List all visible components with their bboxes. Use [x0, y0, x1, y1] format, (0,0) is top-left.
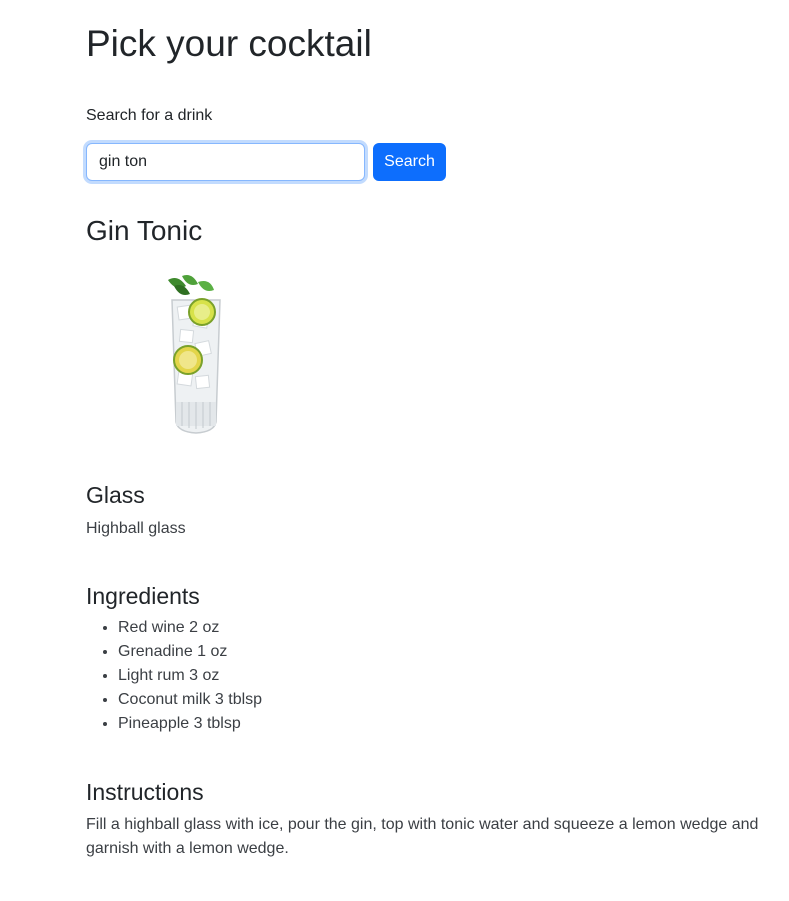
glass-value: Highball glass: [86, 520, 186, 537]
ingredients-heading: Ingredients: [86, 583, 200, 609]
drink-name: Gin Tonic: [86, 215, 203, 246]
drink-image: [168, 275, 221, 434]
instructions-text: Fill a highball glass with ice, pour the…: [86, 816, 759, 857]
ingredient-item: Red wine 2 oz: [118, 616, 262, 640]
search-button[interactable]: Search: [373, 143, 446, 181]
search-label: Search for a drink: [86, 107, 213, 124]
ingredient-item: Grenadine 1 oz: [118, 640, 262, 664]
ingredient-item: Light rum 3 oz: [118, 664, 262, 688]
ingredient-item: Coconut milk 3 tblsp: [118, 688, 262, 712]
ingredients-list: Red wine 2 oz Grenadine 1 oz Light rum 3…: [86, 616, 262, 736]
ingredient-item: Pineapple 3 tblsp: [118, 712, 262, 736]
page-title: Pick your cocktail: [86, 23, 372, 64]
glass-heading: Glass: [86, 482, 145, 508]
instructions-heading: Instructions: [86, 779, 204, 805]
search-input[interactable]: [86, 143, 365, 181]
